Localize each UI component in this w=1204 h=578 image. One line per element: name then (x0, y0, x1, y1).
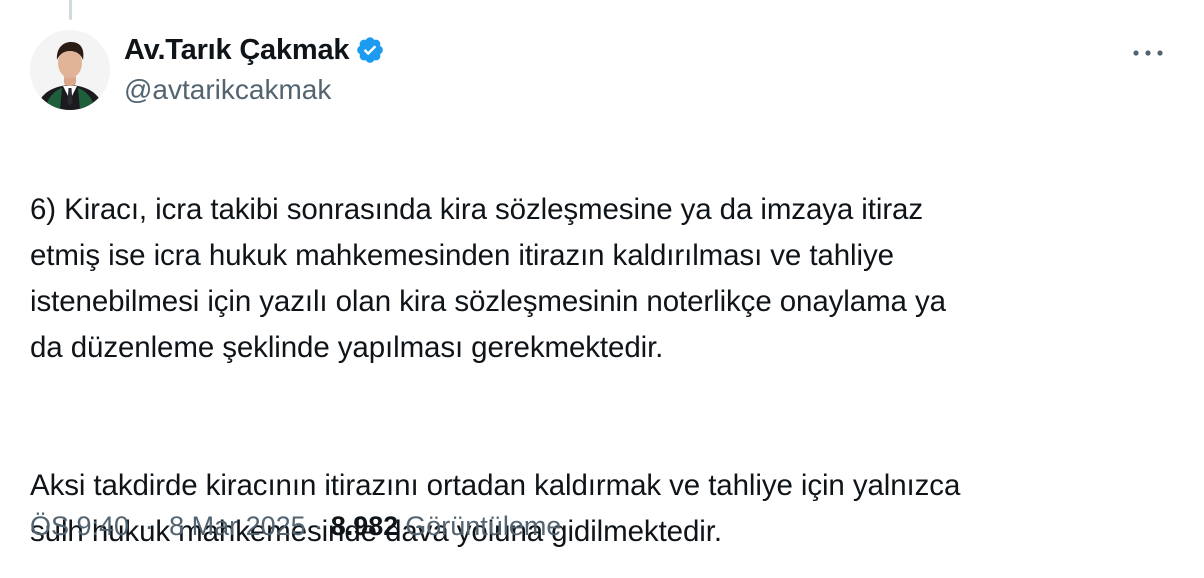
avatar-image (30, 30, 110, 110)
tweet-paragraph-1: 6) Kiracı, icra takibi sonrasında kira s… (30, 193, 946, 364)
avatar[interactable] (30, 30, 110, 110)
meta-separator: · (313, 511, 323, 541)
tweet-metadata: ÖS 9:40 · 8 Mar 2025 · 8.982 Görüntüleme (30, 506, 561, 546)
views-count: 8.982 (330, 511, 399, 541)
verified-badge-icon[interactable] (355, 35, 385, 65)
author-name-row: Av.Tarık Çakmak (124, 30, 385, 70)
author-handle[interactable]: @avtarikcakmak (124, 70, 385, 110)
tweet-time: ÖS 9:40 (30, 511, 130, 541)
meta-separator: · (144, 511, 154, 541)
tweet-date: 8 Mar 2025 (169, 511, 306, 541)
views-label: Görüntüleme (405, 511, 562, 541)
views-link[interactable]: 8.982 Görüntüleme (331, 506, 562, 546)
more-horizontal-icon (1133, 50, 1163, 56)
thread-connector-line (69, 0, 72, 20)
tweet-time-link[interactable]: ÖS 9:40 · 8 Mar 2025 (30, 506, 306, 546)
author-display-name[interactable]: Av.Tarık Çakmak (124, 30, 350, 70)
more-options-button[interactable] (1128, 38, 1168, 68)
author-block: Av.Tarık Çakmak @avtarikcakmak (124, 30, 385, 110)
